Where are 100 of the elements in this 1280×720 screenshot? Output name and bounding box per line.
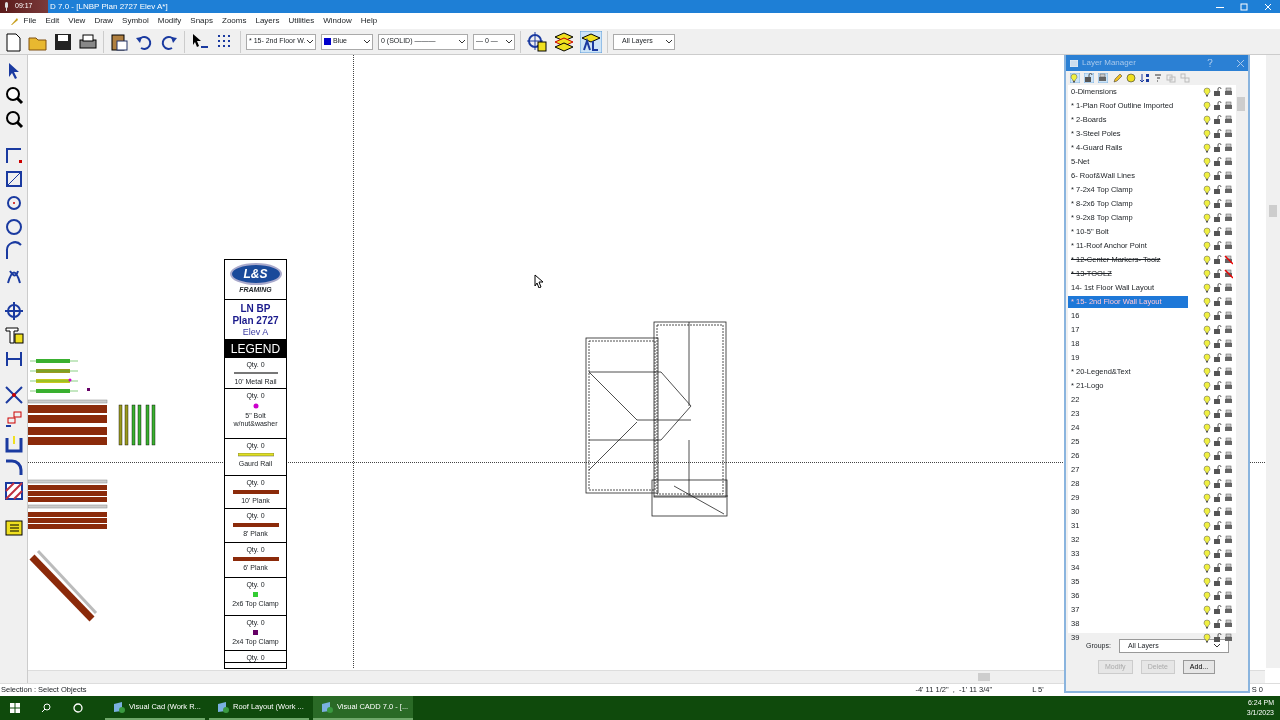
printer-icon[interactable] [1224, 577, 1233, 587]
printer-icon[interactable] [1224, 479, 1233, 489]
filter-icon[interactable] [1154, 73, 1162, 83]
lock-icon[interactable] [1213, 87, 1222, 97]
lock-icon[interactable] [1213, 507, 1222, 517]
menu-item[interactable]: Modify [153, 15, 186, 27]
maximize-icon[interactable] [1240, 2, 1248, 11]
printer-icon[interactable] [1224, 465, 1233, 475]
layers-icon[interactable] [580, 30, 602, 53]
printer-off-icon[interactable] [1224, 255, 1233, 265]
bulb-icon[interactable] [1203, 493, 1211, 503]
printer-icon[interactable] [1224, 437, 1233, 447]
lock-icon[interactable] [1213, 325, 1222, 335]
text-icon[interactable] [3, 325, 24, 345]
vertical-scrollbar[interactable] [1266, 55, 1280, 668]
menu-item[interactable]: File [19, 15, 41, 27]
bulb-icon[interactable] [1203, 129, 1211, 139]
search-icon[interactable] [41, 703, 51, 713]
sort-icon[interactable] [1140, 73, 1150, 83]
lock-icon[interactable] [1213, 129, 1222, 139]
bulb-icon[interactable] [1203, 577, 1211, 587]
printer-icon[interactable] [1224, 241, 1233, 251]
printer-icon[interactable] [1224, 129, 1233, 139]
bulb-icon[interactable] [1203, 605, 1211, 615]
bulb-icon[interactable] [1203, 269, 1211, 279]
printer-icon[interactable] [1224, 451, 1233, 461]
line-icon[interactable] [3, 145, 24, 165]
save-icon[interactable] [53, 31, 73, 52]
menu-item[interactable]: Symbol [117, 15, 154, 27]
printer-icon[interactable] [1224, 605, 1233, 615]
lock-icon[interactable] [1213, 633, 1222, 643]
bulb-icon[interactable] [1203, 325, 1211, 335]
bulb-icon[interactable] [1203, 437, 1211, 447]
lock-icon[interactable] [1213, 227, 1222, 237]
menu-item[interactable]: Edit [40, 15, 64, 27]
printer-icon[interactable] [1224, 507, 1233, 517]
lock-icon[interactable] [1213, 185, 1222, 195]
lock-icon[interactable] [1213, 479, 1222, 489]
bulb-icon[interactable] [1203, 549, 1211, 559]
bulb-icon[interactable] [1203, 339, 1211, 349]
assistant-icon[interactable] [73, 703, 83, 713]
bulb-icon[interactable] [1203, 395, 1211, 405]
menu-item[interactable]: Zooms [217, 15, 251, 27]
lock-icon[interactable] [1213, 521, 1222, 531]
lock-icon[interactable] [1213, 381, 1222, 391]
printer-icon[interactable] [1224, 311, 1233, 321]
printer-icon[interactable] [1224, 409, 1233, 419]
lock-icon[interactable] [1213, 619, 1222, 629]
lock-icon[interactable] [1213, 353, 1222, 363]
lock-icon[interactable] [1213, 297, 1222, 307]
bulb-icon[interactable] [1203, 367, 1211, 377]
zoom-icon[interactable] [3, 85, 24, 105]
printer-icon[interactable] [1224, 535, 1233, 545]
bulb-icon[interactable] [1203, 297, 1211, 307]
layers-icon[interactable] [526, 30, 548, 53]
lock-icon[interactable] [1213, 549, 1222, 559]
bulb-icon[interactable] [1203, 381, 1211, 391]
bulb-icon[interactable] [1203, 213, 1211, 223]
lock-icon[interactable] [1213, 311, 1222, 321]
lock-icon[interactable] [1213, 395, 1222, 405]
lock-icon[interactable] [1213, 591, 1222, 601]
lock-icon[interactable] [1213, 493, 1222, 503]
printer-icon[interactable] [1224, 521, 1233, 531]
bulb-icon[interactable] [1203, 241, 1211, 251]
bulb-icon[interactable] [1203, 311, 1211, 321]
bulb-icon[interactable] [1203, 87, 1211, 97]
lock-icon[interactable] [1213, 269, 1222, 279]
bulb-icon[interactable] [1203, 171, 1211, 181]
pencil-icon[interactable] [1112, 73, 1122, 83]
lock-icon[interactable] [1213, 283, 1222, 293]
printer-icon[interactable] [1224, 213, 1233, 223]
lock-icon[interactable] [1213, 423, 1222, 433]
lock-icon[interactable] [1213, 199, 1222, 209]
printer-icon[interactable] [1224, 297, 1233, 307]
lock-icon[interactable] [1213, 213, 1222, 223]
bulb-icon[interactable] [1203, 507, 1211, 517]
printer-icon[interactable] [1224, 283, 1233, 293]
lock-icon[interactable] [1213, 437, 1222, 447]
bulb-icon[interactable] [1203, 521, 1211, 531]
bulb-icon[interactable] [1203, 423, 1211, 433]
new-file-icon[interactable] [3, 31, 23, 52]
layer-color-icon[interactable] [1126, 73, 1136, 83]
scroll-thumb[interactable] [1237, 97, 1245, 111]
printer-icon[interactable] [1224, 157, 1233, 167]
lock-icon[interactable] [1213, 605, 1222, 615]
menu-item[interactable]: View [63, 15, 90, 27]
bulb-icon[interactable] [1203, 535, 1211, 545]
start-icon[interactable] [10, 703, 20, 713]
scroll-thumb[interactable] [978, 673, 990, 681]
bulb-icon[interactable] [1203, 633, 1211, 643]
lock-icon[interactable] [1213, 577, 1222, 587]
printer-icon[interactable] [1224, 185, 1233, 195]
bulb-icon[interactable] [1203, 143, 1211, 153]
lock-icon[interactable] [1213, 339, 1222, 349]
printer-icon[interactable] [1224, 143, 1233, 153]
bulb-icon[interactable] [1203, 115, 1211, 125]
printer-icon[interactable] [1224, 339, 1233, 349]
printer-off-icon[interactable] [1224, 269, 1233, 279]
bulb-icon[interactable] [1070, 73, 1080, 83]
printer-icon[interactable] [1224, 395, 1233, 405]
